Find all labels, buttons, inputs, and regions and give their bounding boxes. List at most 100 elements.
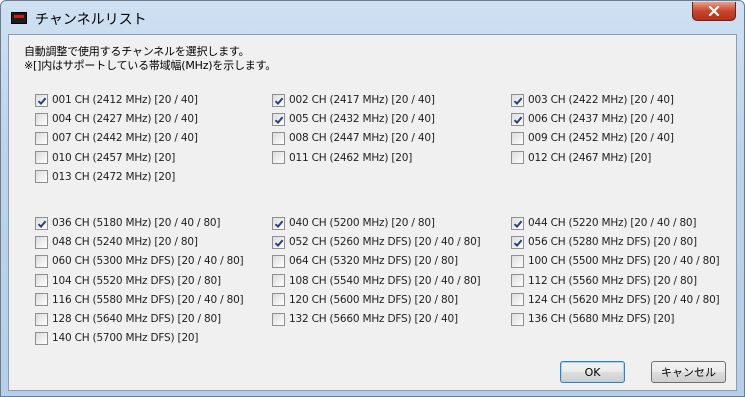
checkbox-label: 064 CH (5320 MHz DFS) [20 / 80] — [289, 255, 458, 268]
channel-24ghz-checkbox[interactable]: 008 CH (2447 MHz) [20 / 40] — [272, 130, 435, 146]
channel-list-dialog: チャンネルリスト 自動調整で使用するチャンネルを選択します。 ※[]内はサポート… — [0, 0, 745, 397]
checkbox-label: 004 CH (2427 MHz) [20 / 40] — [52, 113, 198, 126]
checkbox-box[interactable] — [272, 293, 285, 307]
checkbox-box[interactable] — [511, 112, 524, 126]
channel-5ghz-checkbox[interactable]: 104 CH (5520 MHz DFS) [20 / 80] — [35, 273, 221, 289]
channel-24ghz-checkbox[interactable]: 005 CH (2432 MHz) [20 / 40] — [272, 111, 435, 127]
checkbox-label: 108 CH (5540 MHz DFS) [20 / 40 / 80] — [289, 274, 481, 287]
checkbox-box[interactable] — [35, 254, 48, 268]
checkbox-box[interactable] — [35, 93, 48, 107]
checkbox-label: 044 CH (5220 MHz) [20 / 40 / 80] — [528, 217, 697, 229]
checkbox-label: 012 CH (2467 MHz) [20] — [528, 151, 652, 164]
checkbox-label: 007 CH (2442 MHz) [20 / 40] — [52, 132, 198, 145]
channel-24ghz-checkbox[interactable]: 013 CH (2472 MHz) [20] — [35, 169, 175, 185]
checkbox-label: 006 CH (2437 MHz) [20 / 40] — [528, 113, 674, 126]
channel-5ghz-checkbox[interactable]: 112 CH (5560 MHz DFS) [20 / 80] — [511, 273, 697, 289]
channel-5ghz-checkbox[interactable]: 116 CH (5580 MHz DFS) [20 / 40 / 80] — [35, 292, 244, 308]
checkbox-box[interactable] — [511, 216, 524, 230]
channel-24ghz-checkbox[interactable]: 012 CH (2467 MHz) [20] — [511, 150, 651, 166]
channel-5ghz-checkbox[interactable]: 120 CH (5600 MHz DFS) [20 / 80] — [272, 292, 458, 308]
channel-24ghz-checkbox[interactable]: 004 CH (2427 MHz) [20 / 40] — [35, 111, 198, 127]
channel-5ghz-checkbox[interactable]: 036 CH (5180 MHz) [20 / 40 / 80] — [35, 215, 221, 231]
checkbox-box[interactable] — [35, 235, 48, 249]
checkbox-box[interactable] — [35, 331, 48, 345]
channel-5ghz-checkbox[interactable]: 100 CH (5500 MHz DFS) [20 / 40 / 80] — [511, 253, 720, 269]
checkbox-label: 036 CH (5180 MHz) [20 / 40 / 80] — [52, 217, 221, 229]
close-icon — [708, 6, 720, 16]
channel-5ghz-checkbox[interactable]: 132 CH (5660 MHz DFS) [20 / 40] — [272, 311, 458, 327]
checkmark-icon — [513, 116, 523, 124]
checkbox-box[interactable] — [511, 274, 524, 288]
channel-24ghz-checkbox[interactable]: 009 CH (2452 MHz) [20 / 40] — [511, 130, 674, 146]
checkbox-box[interactable] — [511, 93, 524, 107]
channel-5ghz-checkbox[interactable]: 136 CH (5680 MHz DFS) [20] — [511, 311, 674, 327]
checkbox-box[interactable] — [272, 274, 285, 288]
checkbox-box[interactable] — [35, 151, 48, 165]
checkbox-box[interactable] — [35, 216, 48, 230]
checkbox-box[interactable] — [511, 151, 524, 165]
channel-24ghz-checkbox[interactable]: 010 CH (2457 MHz) [20] — [35, 150, 175, 166]
checkbox-box[interactable] — [35, 312, 48, 326]
channel-24ghz-checkbox[interactable]: 011 CH (2462 MHz) [20] — [272, 150, 412, 166]
channel-24ghz-checkbox[interactable]: 001 CH (2412 MHz) [20 / 40] — [35, 92, 198, 108]
close-button[interactable] — [692, 2, 736, 21]
channel-5ghz-checkbox[interactable]: 060 CH (5300 MHz DFS) [20 / 40 / 80] — [35, 253, 244, 269]
checkbox-label: 100 CH (5500 MHz DFS) [20 / 40 / 80] — [528, 255, 720, 268]
checkbox-label: 005 CH (2432 MHz) [20 / 40] — [289, 113, 435, 126]
checkbox-label: 011 CH (2462 MHz) [20] — [289, 151, 413, 164]
checkbox-box[interactable] — [272, 131, 285, 145]
checkbox-label: 112 CH (5560 MHz DFS) [20 / 80] — [528, 274, 697, 287]
checkmark-icon — [274, 97, 284, 105]
checkbox-label: 140 CH (5700 MHz DFS) [20] — [52, 332, 199, 345]
dialog-body: 自動調整で使用するチャンネルを選択します。 ※[]内はサポートしている帯域幅(M… — [8, 34, 737, 391]
cancel-button[interactable]: キャンセル — [651, 361, 726, 383]
checkbox-box[interactable] — [35, 112, 48, 126]
window-title: チャンネルリスト — [35, 12, 147, 28]
channel-5ghz-checkbox[interactable]: 048 CH (5240 MHz) [20 / 80] — [35, 234, 198, 250]
description-line-2: ※[]内はサポートしている帯域幅(MHz)を示します。 — [24, 59, 277, 72]
channel-24ghz-checkbox[interactable]: 006 CH (2437 MHz) [20 / 40] — [511, 111, 674, 127]
channel-5ghz-checkbox[interactable]: 064 CH (5320 MHz DFS) [20 / 80] — [272, 253, 458, 269]
checkbox-label: 010 CH (2457 MHz) [20] — [52, 151, 176, 164]
checkbox-box[interactable] — [511, 312, 524, 326]
channel-5ghz-checkbox[interactable]: 056 CH (5280 MHz DFS) [20 / 80] — [511, 234, 697, 250]
checkbox-box[interactable] — [35, 274, 48, 288]
checkbox-box[interactable] — [511, 131, 524, 145]
checkbox-box[interactable] — [272, 216, 285, 230]
checkbox-box[interactable] — [511, 293, 524, 307]
channel-5ghz-checkbox[interactable]: 128 CH (5640 MHz DFS) [20 / 80] — [35, 311, 221, 327]
checkmark-icon — [37, 97, 47, 105]
checkmark-icon — [513, 220, 523, 228]
channel-24ghz-checkbox[interactable]: 007 CH (2442 MHz) [20 / 40] — [35, 130, 198, 146]
checkbox-box[interactable] — [272, 112, 285, 126]
checkbox-box[interactable] — [272, 312, 285, 326]
checkbox-label: 009 CH (2452 MHz) [20 / 40] — [528, 132, 674, 145]
app-icon — [11, 12, 27, 24]
checkbox-box[interactable] — [35, 131, 48, 145]
checkbox-box[interactable] — [272, 93, 285, 107]
channel-5ghz-checkbox[interactable]: 108 CH (5540 MHz DFS) [20 / 40 / 80] — [272, 273, 481, 289]
channel-5ghz-checkbox[interactable]: 140 CH (5700 MHz DFS) [20] — [35, 330, 198, 346]
checkmark-icon — [513, 97, 523, 105]
title-bar[interactable]: チャンネルリスト — [1, 1, 744, 34]
channel-5ghz-checkbox[interactable]: 040 CH (5200 MHz) [20 / 80] — [272, 215, 435, 231]
checkbox-box[interactable] — [35, 293, 48, 307]
checkbox-label: 002 CH (2417 MHz) [20 / 40] — [289, 94, 435, 106]
checkbox-label: 060 CH (5300 MHz DFS) [20 / 40 / 80] — [52, 255, 244, 268]
checkbox-box[interactable] — [511, 235, 524, 249]
channel-5ghz-checkbox[interactable]: 044 CH (5220 MHz) [20 / 40 / 80] — [511, 215, 697, 231]
checkbox-box[interactable] — [272, 151, 285, 165]
checkbox-box[interactable] — [511, 254, 524, 268]
checkbox-label: 003 CH (2422 MHz) [20 / 40] — [528, 94, 674, 106]
checkmark-icon — [37, 220, 47, 228]
checkbox-label: 124 CH (5620 MHz DFS) [20 / 40 / 80] — [528, 293, 720, 306]
ok-button[interactable]: OK — [560, 361, 625, 383]
checkbox-box[interactable] — [272, 235, 285, 249]
channel-24ghz-checkbox[interactable]: 002 CH (2417 MHz) [20 / 40] — [272, 92, 435, 108]
channel-24ghz-checkbox[interactable]: 003 CH (2422 MHz) [20 / 40] — [511, 92, 674, 108]
channel-5ghz-checkbox[interactable]: 052 CH (5260 MHz DFS) [20 / 40 / 80] — [272, 234, 481, 250]
checkbox-label: 128 CH (5640 MHz DFS) [20 / 80] — [52, 313, 221, 325]
checkbox-box[interactable] — [35, 170, 48, 184]
channel-5ghz-checkbox[interactable]: 124 CH (5620 MHz DFS) [20 / 40 / 80] — [511, 292, 720, 308]
checkbox-box[interactable] — [272, 254, 285, 268]
